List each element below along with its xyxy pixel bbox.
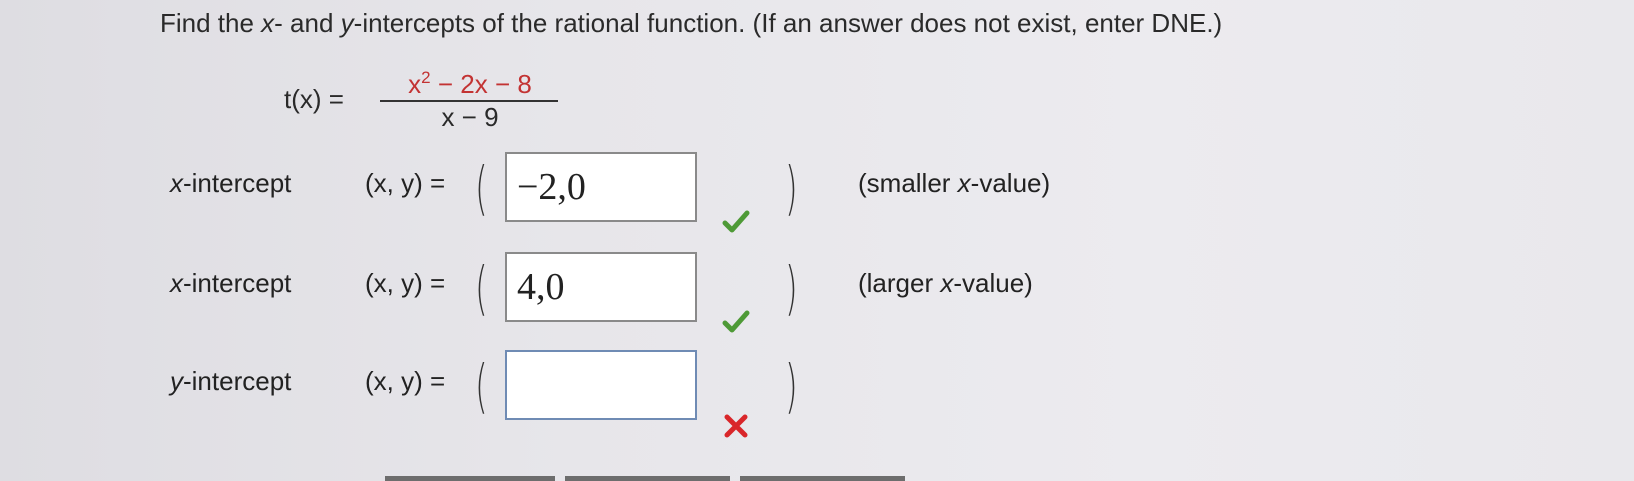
checkmark-icon <box>722 210 750 233</box>
y-intercept-row: y-intercept (x, y) = ( ) <box>0 350 1634 438</box>
x-intercept-smaller-row: x-intercept (x, y) = ( ) (smaller x-valu… <box>0 152 1634 233</box>
xy-equals-label: (x, y) = <box>365 366 446 396</box>
x-intercept-smaller-input[interactable] <box>505 152 697 222</box>
open-paren: ( <box>475 254 488 322</box>
checkmark-icon <box>722 310 750 333</box>
x-intercept-larger-input[interactable] <box>505 252 697 322</box>
x-intercept-label: x-intercept <box>170 168 292 198</box>
function-lhs: t(x) = <box>284 84 344 114</box>
x-intercept-larger-row: x-intercept (x, y) = ( ) (larger x-value… <box>0 252 1634 333</box>
smaller-x-value-hint: (smaller x-value) <box>858 168 1051 198</box>
function-numerator: x2 − 2x − 8 <box>408 68 532 99</box>
close-paren: ) <box>785 352 798 420</box>
cross-icon <box>724 414 748 438</box>
function-denominator: x − 9 <box>441 102 499 132</box>
close-paren: ) <box>785 154 798 222</box>
open-paren: ( <box>475 352 488 420</box>
question-text: Find the x- and y-intercepts of the rati… <box>160 8 1223 38</box>
larger-x-value-hint: (larger x-value) <box>858 268 1033 298</box>
bottom-toolbar-edge <box>385 476 965 481</box>
xy-equals-label: (x, y) = <box>365 168 446 198</box>
y-intercept-input[interactable] <box>505 350 697 420</box>
x-intercept-label: x-intercept <box>170 268 292 298</box>
open-paren: ( <box>475 154 488 222</box>
y-intercept-label: y-intercept <box>170 366 292 396</box>
close-paren: ) <box>785 254 798 322</box>
xy-equals-label: (x, y) = <box>365 268 446 298</box>
